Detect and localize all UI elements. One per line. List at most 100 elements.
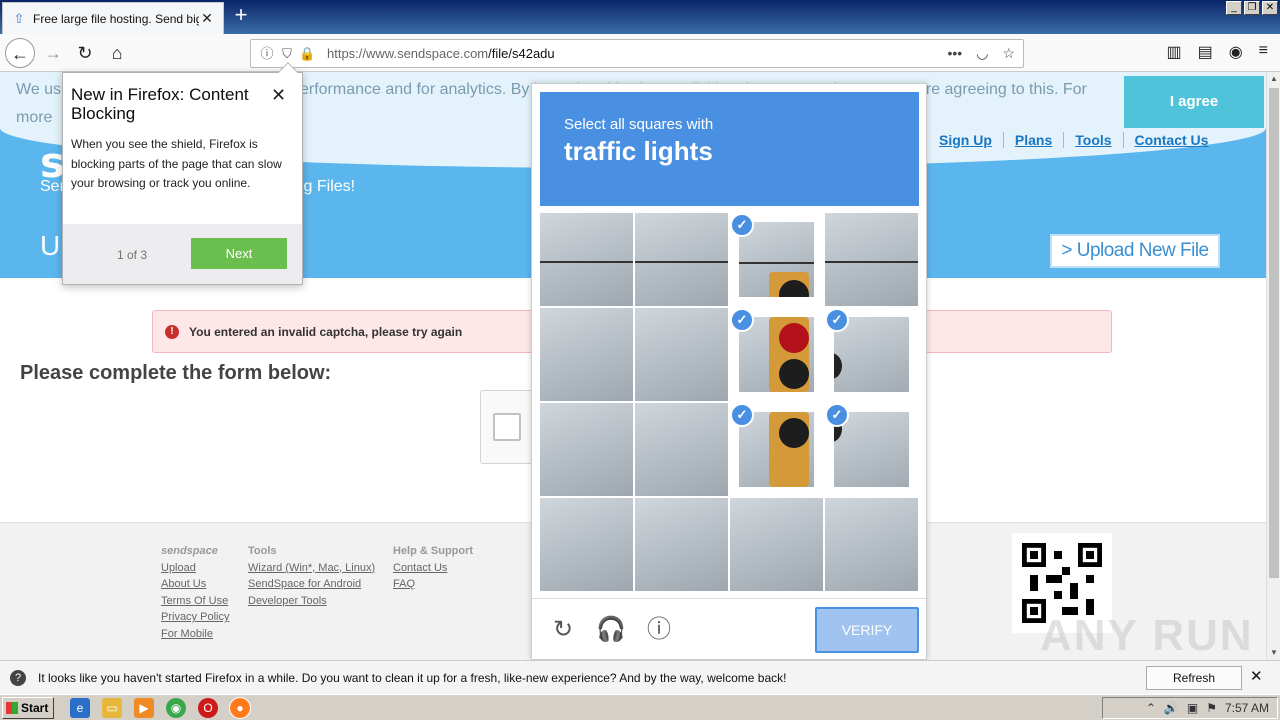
footer-link[interactable]: SendSpace for Android [248,576,375,593]
captcha-tile[interactable]: ✓ [730,308,823,401]
captcha-tile[interactable] [825,213,918,306]
windows-taskbar: Start e ▭ ▶ ◉ O ● ⌃ 🔊 ▣ ⚑ 7:57 AM [0,694,1280,720]
window-controls: _ ❐ ✕ [1226,1,1278,15]
tab-close-icon[interactable]: ✕ [199,10,215,27]
captcha-tile[interactable] [635,403,728,496]
captcha-tile[interactable] [635,498,728,591]
shield-icon[interactable]: ⛉ [279,46,295,62]
firefox-icon[interactable]: ● [229,697,251,719]
recaptcha-checkbox[interactable] [493,413,521,441]
footer-link[interactable]: About Us [161,576,229,593]
footer-link[interactable]: Developer Tools [248,593,375,610]
popup-body: When you see the shield, Firefox is bloc… [71,137,282,190]
upload-new-file-button[interactable]: > Upload New File [1050,234,1220,268]
challenge-footer: ↻ 🎧 ⓘ VERIFY [532,598,926,660]
volume-icon[interactable]: 🔊 [1164,701,1179,715]
library-icon[interactable]: ▥ [1166,42,1181,62]
popup-next-button[interactable]: Next [191,238,287,269]
footer-link[interactable]: Wizard (Win*, Mac, Linux) [248,560,375,577]
windows-logo-icon [6,702,18,714]
footer-link[interactable]: FAQ [393,576,473,593]
home-button[interactable]: ⌂ [102,38,132,68]
captcha-tile[interactable]: ✓ [825,308,918,401]
scroll-up-icon[interactable]: ▲ [1267,72,1280,86]
footer-link[interactable]: For Mobile [161,626,229,643]
folder-icon[interactable]: ▭ [102,698,122,718]
footer-col-1: sendspace Upload About Us Terms Of Use P… [161,543,229,642]
nav-plans[interactable]: Plans [1002,132,1063,148]
notification-close-icon[interactable]: ✕ [1250,667,1263,685]
tray-expand-icon[interactable]: ⌃ [1146,701,1156,715]
close-window-button[interactable]: ✕ [1262,1,1278,15]
check-icon: ✓ [730,213,754,237]
page-scrollbar[interactable]: ▲ ▼ [1266,72,1280,660]
media-player-icon[interactable]: ▶ [134,698,154,718]
captcha-tile[interactable] [825,498,918,591]
popup-footer: 1 of 3 Next [63,224,302,284]
verify-button[interactable]: VERIFY [815,607,919,653]
restore-button[interactable]: ❐ [1244,1,1260,15]
new-tab-button[interactable]: + [230,4,252,28]
scrollbar-thumb[interactable] [1269,88,1279,578]
cookie-text-left: We us [16,81,62,98]
site-nav: Sign Up Plans Tools Contact Us [928,132,1219,148]
footer-link[interactable]: Privacy Policy [161,609,229,626]
nav-sign-up[interactable]: Sign Up [928,132,1003,148]
footer-link[interactable]: Terms Of Use [161,593,229,610]
account-icon[interactable]: ◉ [1229,42,1243,62]
ie-icon[interactable]: e [70,698,90,718]
help-info-icon[interactable]: ⓘ [644,615,674,645]
traffic-light-edge [834,353,842,379]
nav-contact-us[interactable]: Contact Us [1122,132,1220,148]
challenge-object: traffic lights [564,136,713,166]
menu-icon[interactable]: ≡ [1259,42,1268,62]
bookmark-star-icon[interactable]: ☆ [1002,45,1015,62]
footer-link[interactable]: Contact Us [393,560,473,577]
refresh-firefox-button[interactable]: Refresh Firefox… [1146,666,1242,707]
reload-button[interactable]: ↻ [70,38,100,68]
flag-icon[interactable]: ⚑ [1206,701,1217,715]
captcha-tile[interactable] [730,498,823,591]
power-line [825,261,918,263]
audio-challenge-icon[interactable]: 🎧 [596,615,626,645]
captcha-tile[interactable] [540,213,633,306]
captcha-tile[interactable]: ✓ [825,403,918,496]
forward-button[interactable]: → [38,38,68,68]
pocket-icon[interactable]: ◡ [976,45,988,62]
scroll-down-icon[interactable]: ▼ [1267,646,1280,660]
captcha-tile[interactable]: ✓ [730,403,823,496]
back-button[interactable]: ← [5,38,35,68]
browser-tab[interactable]: ⇧ Free large file hosting. Send big fil … [2,2,224,34]
url-path: /file/s42adu [488,46,555,61]
nav-tools[interactable]: Tools [1063,132,1122,148]
lock-icon[interactable]: 🔒 [299,46,315,62]
popup-close-icon[interactable]: ✕ [271,85,286,106]
challenge-grid: ✓ ✓ ✓ ✓ ✓ [540,213,919,592]
check-icon: ✓ [730,308,754,332]
captcha-tile[interactable]: ✓ [730,213,823,306]
check-icon: ✓ [825,403,849,427]
captcha-tile[interactable] [635,213,728,306]
footer-link[interactable]: Upload [161,560,229,577]
captcha-tile[interactable] [635,308,728,401]
page-actions-icon[interactable]: ••• [948,45,963,62]
power-line [739,262,814,264]
url-text[interactable]: https://www.sendspace.com/file/s42adu [327,46,948,61]
captcha-tile[interactable] [540,308,633,401]
agree-button[interactable]: I agree [1124,76,1264,128]
network-icon[interactable]: ▣ [1187,701,1198,715]
form-title: Please complete the form below: [20,362,332,384]
info-icon[interactable]: ⓘ [259,46,275,62]
notification-bar: ? It looks like you haven't started Fire… [0,660,1280,707]
opera-icon[interactable]: O [198,698,218,718]
captcha-tile[interactable] [540,403,633,496]
challenge-prompt: Select all squares with [564,116,714,133]
sidebar-icon[interactable]: ▤ [1198,42,1213,62]
chrome-icon[interactable]: ◉ [166,698,186,718]
start-button[interactable]: Start [2,697,54,719]
tagline-end: ig Files! [300,178,356,195]
address-bar[interactable]: ⓘ ⛉ 🔒 https://www.sendspace.com/file/s42… [250,39,1024,68]
minimize-button[interactable]: _ [1226,1,1242,15]
reload-challenge-icon[interactable]: ↻ [548,615,578,645]
captcha-tile[interactable] [540,498,633,591]
